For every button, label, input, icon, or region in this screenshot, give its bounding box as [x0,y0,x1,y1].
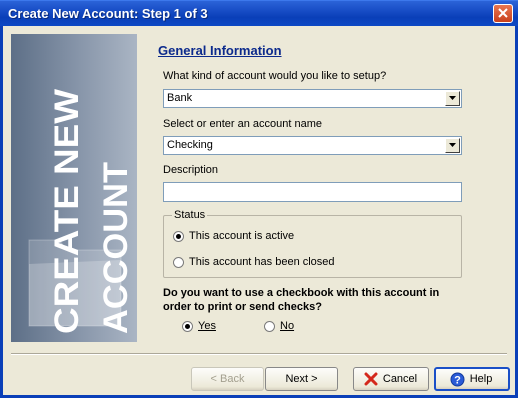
next-button[interactable]: Next > [265,367,338,391]
title-bar: Create New Account: Step 1 of 3 [0,0,518,26]
status-active-radio[interactable] [173,231,184,242]
yes-label-text: Yes [198,320,216,332]
svg-text:?: ? [454,375,461,387]
account-kind-value: Bank [167,92,193,104]
close-button[interactable] [493,4,513,23]
account-kind-dropdown[interactable]: Bank [163,89,462,108]
section-heading: General Information [158,43,282,58]
side-banner: CREATE NEW ACCOUNT [11,34,137,342]
description-label: Description [163,164,219,176]
status-closed-radio[interactable] [173,257,184,268]
close-icon [498,8,508,18]
account-name-label: Select or enter an account name [163,118,322,130]
chevron-down-icon [449,143,456,147]
help-label: Help [469,373,493,385]
checkbook-no-radio[interactable] [264,321,275,332]
checkbook-question: Do you want to use a checkbook with this… [163,287,440,313]
red-x-icon [364,372,378,386]
status-groupbox [163,215,462,278]
help-button[interactable]: ? Help [434,367,510,391]
checkbook-yes-radio[interactable] [182,321,193,332]
button-divider [11,353,507,355]
no-label-text: No [280,320,295,332]
window-title: Create New Account: Step 1 of 3 [8,6,208,21]
checkbook-no-label[interactable]: No [280,320,294,332]
status-closed-label[interactable]: This account has been closed [189,256,335,268]
description-input[interactable] [163,182,462,202]
dropdown-arrow-button[interactable] [445,91,460,106]
checkbook-yes-label[interactable]: Yes [198,320,216,332]
dropdown-arrow-button[interactable] [445,138,460,153]
account-kind-label: What kind of account would you like to s… [163,70,387,82]
cancel-label: Cancel [382,373,418,385]
status-active-label[interactable]: This account is active [189,230,294,242]
help-icon: ? [450,372,465,387]
account-name-value: Checking [167,139,213,151]
account-name-combobox[interactable]: Checking [163,136,462,155]
back-button[interactable]: < Back [191,367,264,391]
chevron-down-icon [449,96,456,100]
cancel-button[interactable]: Cancel [353,367,429,391]
folder-icon [28,239,122,327]
status-group-title: Status [172,209,208,221]
